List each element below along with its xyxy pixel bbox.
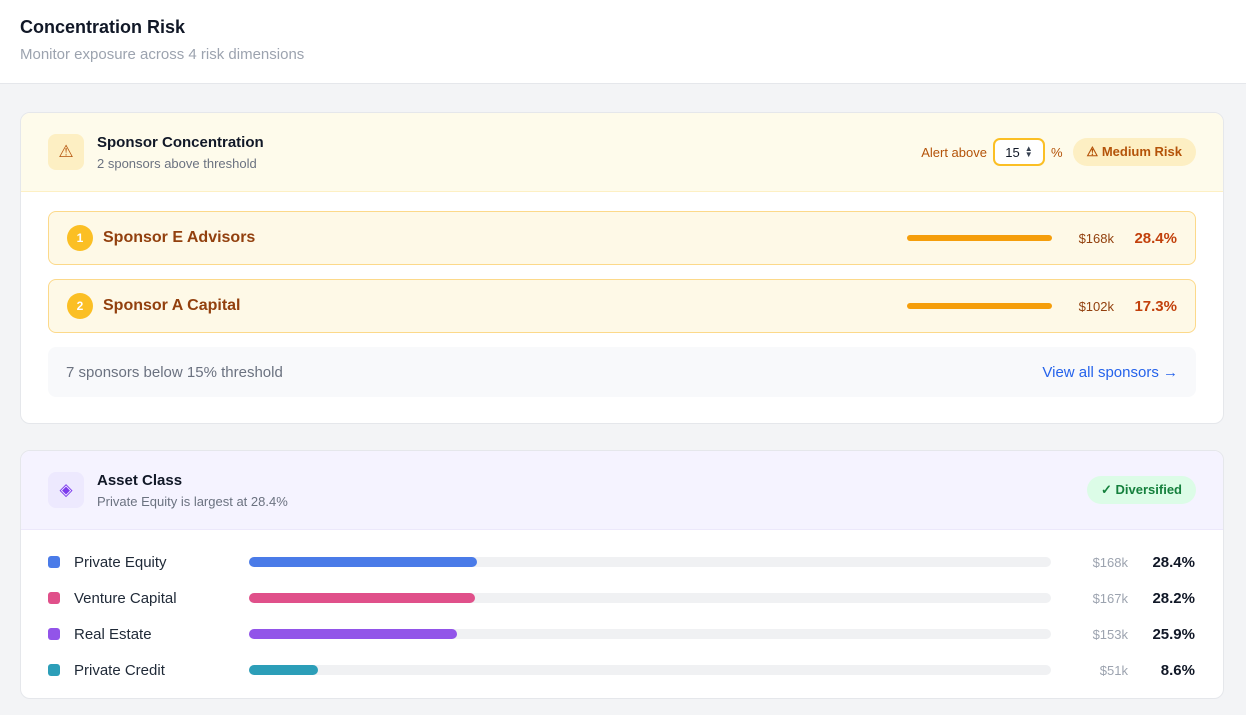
asset-bar-track — [249, 629, 1051, 639]
asset-card-header: ◈ Asset Class Private Equity is largest … — [21, 451, 1223, 530]
asset-color-swatch — [48, 664, 60, 676]
asset-list: Private Equity $168k 28.4% Venture Capit… — [21, 530, 1223, 688]
asset-row: Private Equity $168k 28.4% — [48, 544, 1196, 580]
asset-bar-track — [249, 665, 1051, 675]
asset-color-swatch — [48, 556, 60, 568]
asset-card-title: Asset Class — [97, 471, 183, 489]
sponsor-name: Sponsor A Capital — [103, 297, 241, 314]
sponsor-card-subtitle: 2 sponsors above threshold — [97, 155, 257, 171]
asset-row: Private Credit $51k 8.6% — [48, 652, 1196, 688]
asset-bar-fill — [249, 557, 477, 567]
asset-class-card: ◈ Asset Class Private Equity is largest … — [20, 450, 1224, 699]
view-all-sponsors-link[interactable]: View all sponsors → — [1042, 364, 1178, 381]
sponsor-card-header: ⚠ Sponsor Concentration 2 sponsors above… — [21, 113, 1223, 192]
sponsor-percent: 28.4% — [1134, 229, 1177, 247]
sponsor-percent: 17.3% — [1134, 297, 1177, 315]
page-header: Concentration Risk Monitor exposure acro… — [0, 0, 1246, 84]
warning-icon: ⚠ — [48, 134, 84, 170]
stepper-icon[interactable]: ▲ ▼ — [1025, 145, 1033, 159]
asset-percent: 28.2% — [1152, 589, 1195, 607]
asset-name: Real Estate — [74, 625, 152, 643]
asset-bar-track — [249, 557, 1051, 567]
sponsor-amount: $168k — [1078, 230, 1114, 246]
sponsor-name: Sponsor E Advisors — [103, 229, 256, 246]
asset-row: Venture Capital $167k 28.2% — [48, 580, 1196, 616]
asset-name: Private Equity — [74, 553, 167, 571]
asset-bar-fill — [249, 665, 318, 675]
asset-amount: $167k — [1092, 590, 1128, 606]
asset-row: Real Estate $153k 25.9% — [48, 616, 1196, 652]
sponsor-bar — [907, 235, 1052, 241]
asset-amount: $51k — [1099, 662, 1128, 678]
asset-bar-track — [249, 593, 1051, 603]
asset-percent: 8.6% — [1160, 661, 1195, 679]
rank-badge: 1 — [67, 225, 93, 251]
page-title: Concentration Risk — [20, 17, 186, 37]
sponsor-row[interactable]: 2 Sponsor A Capital $102k 17.3% — [48, 279, 1196, 333]
percent-sign: % — [1050, 144, 1063, 160]
medium-risk-badge: ⚠ Medium Risk — [1072, 138, 1196, 166]
below-threshold-summary: 7 sponsors below 15% threshold View all … — [48, 347, 1196, 397]
sponsor-bar — [907, 303, 1052, 309]
asset-color-swatch — [48, 628, 60, 640]
diamond-icon: ◈ — [48, 472, 84, 508]
asset-name: Venture Capital — [74, 589, 177, 607]
asset-color-swatch — [48, 592, 60, 604]
asset-card-heading: Asset Class Private Equity is largest at… — [97, 471, 1077, 510]
sponsor-card-controls: Alert above 15 ▲ ▼ % ⚠ Medium Risk — [921, 138, 1196, 166]
below-threshold-text: 7 sponsors below 15% threshold — [66, 363, 283, 381]
asset-percent: 28.4% — [1152, 553, 1195, 571]
asset-percent: 25.9% — [1152, 625, 1195, 643]
asset-card-subtitle: Private Equity is largest at 28.4% — [97, 493, 288, 509]
sponsor-concentration-card: ⚠ Sponsor Concentration 2 sponsors above… — [20, 112, 1224, 424]
asset-amount: $153k — [1092, 626, 1128, 642]
sponsor-row[interactable]: 1 Sponsor E Advisors $168k 28.4% — [48, 211, 1196, 265]
sponsor-card-heading: Sponsor Concentration 2 sponsors above t… — [97, 133, 921, 172]
asset-card-controls: ✓ Diversified — [1077, 476, 1196, 504]
threshold-input[interactable]: 15 ▲ ▼ — [992, 138, 1045, 166]
asset-name: Private Credit — [74, 661, 165, 679]
rank-badge: 2 — [67, 293, 93, 319]
sponsor-list: 1 Sponsor E Advisors $168k 28.4% 2 Spons… — [21, 192, 1223, 397]
diversified-badge: ✓ Diversified — [1087, 476, 1196, 504]
asset-amount: $168k — [1092, 554, 1128, 570]
alert-above-label: Alert above — [921, 144, 987, 160]
page-subtitle: Monitor exposure across 4 risk dimension… — [20, 46, 305, 63]
sponsor-amount: $102k — [1078, 298, 1114, 314]
threshold-value: 15 — [1005, 144, 1020, 160]
asset-bar-fill — [249, 629, 457, 639]
sponsor-card-title: Sponsor Concentration — [97, 133, 264, 151]
asset-bar-fill — [249, 593, 476, 603]
